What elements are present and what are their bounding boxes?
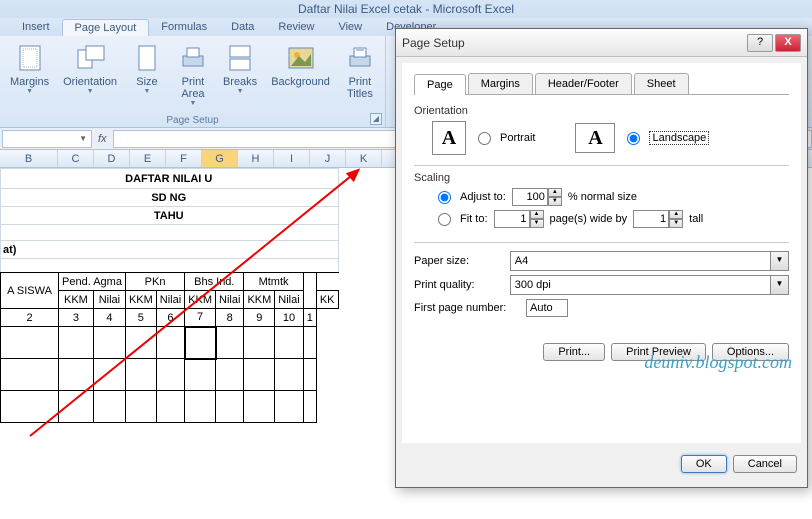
print-area-button[interactable]: PrintArea▼ [171, 40, 215, 109]
tab-data[interactable]: Data [219, 19, 266, 35]
tab-insert[interactable]: Insert [10, 19, 62, 35]
landscape-radio[interactable] [627, 132, 640, 145]
fit-height-spinner[interactable]: ▲▼ [633, 210, 683, 228]
page-setup-dialog: Page Setup ? X Page Margins Header/Foote… [395, 28, 808, 488]
col-j[interactable]: J [310, 150, 346, 167]
ribbon-group-label: Page Setup [0, 115, 385, 126]
name-box[interactable]: ▼ [2, 130, 92, 148]
subj-pkn: PKn [125, 273, 184, 291]
title-bar: Daftar Nilai Excel cetak - Microsoft Exc… [0, 0, 812, 18]
section-label: at) [1, 241, 339, 259]
tab-formulas[interactable]: Formulas [149, 19, 219, 35]
fit-label: Fit to: [460, 213, 488, 225]
col-i[interactable]: I [274, 150, 310, 167]
col-c[interactable]: C [58, 150, 94, 167]
breaks-button[interactable]: Breaks▼ [217, 40, 263, 97]
print-quality-label: Print quality: [414, 279, 504, 291]
cancel-button[interactable]: Cancel [733, 455, 797, 473]
fx-label[interactable]: fx [98, 133, 107, 145]
orientation-button[interactable]: Orientation▼ [57, 40, 123, 97]
landscape-text: Landscape [649, 131, 709, 145]
tab-margins[interactable]: Margins [468, 73, 533, 94]
page-setup-launcher[interactable]: ◢ [370, 113, 382, 125]
tab-sheet[interactable]: Sheet [634, 73, 689, 94]
help-button[interactable]: ? [747, 34, 773, 52]
dialog-title: Page Setup [402, 36, 465, 50]
landscape-icon: A [575, 123, 615, 153]
scaling-label: Scaling [414, 172, 789, 184]
orientation-label: Orientation [414, 105, 789, 117]
col-f[interactable]: F [166, 150, 202, 167]
sheet-title-3: TAHU [1, 207, 339, 225]
col-e[interactable]: E [130, 150, 166, 167]
paper-size-combo[interactable]: A4▼ [510, 251, 789, 271]
close-button[interactable]: X [775, 34, 801, 52]
window-title: Daftar Nilai Excel cetak - Microsoft Exc… [298, 2, 514, 16]
fit-mid: page(s) wide by [550, 213, 628, 225]
subj-mtk: Mtmtk [244, 273, 303, 291]
print-button[interactable]: Print... [543, 343, 605, 361]
portrait-text: Portrait [500, 132, 535, 144]
fit-width-spinner[interactable]: ▲▼ [494, 210, 544, 228]
tab-header-footer[interactable]: Header/Footer [535, 73, 632, 94]
adjust-suffix: % normal size [568, 191, 637, 203]
first-page-label: First page number: [414, 302, 520, 314]
tab-page[interactable]: Page [414, 74, 466, 95]
background-button[interactable]: Background [265, 40, 336, 90]
col-g[interactable]: G [202, 150, 238, 167]
ok-button[interactable]: OK [681, 455, 727, 473]
col-b[interactable]: B [0, 150, 58, 167]
fit-radio[interactable] [438, 213, 451, 226]
paper-size-label: Paper size: [414, 255, 504, 267]
selected-cell [185, 327, 216, 359]
col-d[interactable]: D [94, 150, 130, 167]
tab-page-layout[interactable]: Page Layout [62, 19, 150, 36]
fit-tall: tall [689, 213, 703, 225]
print-quality-combo[interactable]: 300 dpi▼ [510, 275, 789, 295]
adjust-radio[interactable] [438, 191, 451, 204]
sheet-title-2: SD NG [1, 189, 339, 207]
first-page-input[interactable]: Auto [526, 299, 568, 317]
margins-button[interactable]: Margins▼ [4, 40, 55, 97]
col-k[interactable]: K [346, 150, 382, 167]
col-siswa: A SISWA [1, 273, 59, 309]
subj-agama: Pend. Agma [59, 273, 126, 291]
adjust-label: Adjust to: [460, 191, 506, 203]
print-titles-button[interactable]: PrintTitles [338, 40, 382, 102]
dialog-tabs: Page Margins Header/Footer Sheet [414, 73, 789, 95]
tab-view[interactable]: View [326, 19, 374, 35]
portrait-icon: A [432, 121, 466, 155]
size-button[interactable]: Size▼ [125, 40, 169, 97]
tab-review[interactable]: Review [266, 19, 326, 35]
adjust-spinner[interactable]: ▲▼ [512, 188, 562, 206]
dialog-titlebar[interactable]: Page Setup ? X [396, 29, 807, 57]
watermark: deuniv.blogspot.com [644, 352, 792, 373]
sheet-title-1: DAFTAR NILAI U [1, 169, 339, 189]
portrait-radio[interactable] [478, 132, 491, 145]
col-h[interactable]: H [238, 150, 274, 167]
